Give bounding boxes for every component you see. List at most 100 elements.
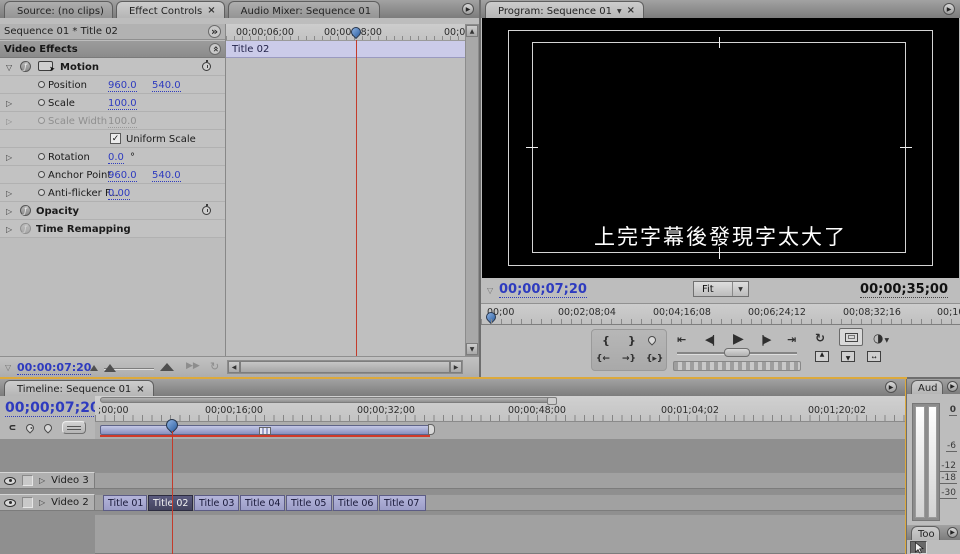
step-back-icon[interactable]: ◀|: [705, 333, 713, 346]
go-to-in-point-button[interactable]: {←: [596, 354, 610, 364]
toggle-effect-icon[interactable]: ƒ: [20, 61, 31, 72]
scroll-down-icon[interactable]: ▼: [466, 343, 478, 355]
tab-effect-controls[interactable]: Effect Controls: [116, 1, 225, 18]
property-row-position[interactable]: Position 960.0 540.0: [0, 76, 225, 94]
keyframe-dot-icon[interactable]: [38, 171, 45, 178]
effect-row-motion[interactable]: ƒ Motion: [0, 58, 225, 76]
track-content-video2[interactable]: Title 01 Title 02 Title 03 Title 04 Titl…: [95, 494, 905, 511]
tab-timeline[interactable]: Timeline: Sequence 01: [4, 380, 154, 396]
play-in-to-out-icon[interactable]: ▶▶: [186, 362, 200, 371]
toggle-animation-stopwatch-icon[interactable]: [202, 206, 211, 215]
set-unnumbered-marker-icon[interactable]: [42, 422, 53, 433]
set-in-point-button[interactable]: {: [602, 334, 610, 347]
timeline-clip[interactable]: Title 03: [194, 495, 239, 511]
program-time-ruler[interactable]: 00;00 00;02;08;04 00;04;16;08 00;06;24;1…: [481, 303, 960, 325]
jog-disk[interactable]: [673, 361, 801, 371]
keyframe-dot-icon[interactable]: [38, 99, 45, 106]
position-x-value[interactable]: 960.0: [108, 80, 137, 92]
expand-triangle-icon[interactable]: [6, 153, 12, 163]
track-lock-toggle[interactable]: [22, 497, 33, 508]
play-button[interactable]: ▶: [733, 331, 744, 347]
trim-button[interactable]: ↔: [867, 351, 881, 362]
timeline-viewport-scrollbar[interactable]: [100, 397, 557, 403]
panel-menu-icon[interactable]: [462, 3, 474, 15]
property-row-scale[interactable]: Scale 100.0: [0, 94, 225, 112]
go-to-previous-edit-button[interactable]: ⇤: [677, 333, 686, 346]
property-row-scale-width[interactable]: Scale Width 100.0: [0, 112, 225, 130]
tab-audio-mixer[interactable]: Audio Mixer: Sequence 01: [228, 1, 380, 18]
expand-triangle-icon[interactable]: [6, 99, 12, 109]
timeline-clip[interactable]: Title 05: [286, 495, 332, 511]
expand-triangle-icon[interactable]: [6, 225, 12, 235]
zoom-out-icon[interactable]: [90, 365, 98, 371]
panel-menu-icon[interactable]: [885, 381, 897, 393]
toggle-track-output-eye-icon[interactable]: [4, 499, 16, 507]
scroll-up-icon[interactable]: ▲: [466, 25, 478, 37]
timeline-clip[interactable]: Title 01: [103, 495, 147, 511]
panel-menu-icon[interactable]: [947, 527, 958, 538]
panel-menu-icon[interactable]: [947, 381, 958, 392]
close-icon[interactable]: [136, 385, 144, 395]
program-video-area[interactable]: 上完字幕後發現字太大了: [482, 18, 959, 278]
keyframe-dot-icon[interactable]: [38, 153, 45, 160]
position-y-value[interactable]: 540.0: [152, 80, 181, 92]
tab-tools[interactable]: Too: [911, 526, 940, 540]
collapse-triangle-icon[interactable]: [6, 63, 12, 73]
timeline-clip-selected[interactable]: Title 02: [148, 495, 193, 511]
step-forward-icon[interactable]: |▶: [761, 333, 769, 346]
output-button[interactable]: ◑: [873, 331, 889, 345]
mini-timeline-clip[interactable]: Title 02: [226, 41, 465, 58]
property-row-anchor-point[interactable]: Anchor Point 960.0 540.0: [0, 166, 225, 184]
go-to-next-edit-button[interactable]: ⇥: [787, 333, 796, 346]
vertical-scrollbar[interactable]: ▲ ▼: [465, 24, 479, 356]
anchor-y-value[interactable]: 540.0: [152, 170, 181, 182]
keyframe-dot-icon[interactable]: [38, 189, 45, 196]
program-current-timecode[interactable]: 00;00;07;20: [499, 282, 587, 298]
property-row-rotation[interactable]: Rotation 0.0 °: [0, 148, 225, 166]
track-header-video3[interactable]: Video 3: [0, 472, 95, 489]
play-in-to-out-button[interactable]: {▸}: [646, 354, 663, 364]
uniform-scale-checkbox[interactable]: [110, 133, 121, 144]
zoom-in-icon[interactable]: [160, 363, 174, 371]
panel-menu-icon[interactable]: [943, 3, 955, 15]
disclosure-triangle-icon[interactable]: [487, 286, 493, 296]
extract-button[interactable]: ▼: [841, 351, 855, 362]
effect-row-time-remapping[interactable]: ƒ Time Remapping: [0, 220, 225, 238]
close-icon[interactable]: [627, 6, 635, 16]
property-row-anti-flicker[interactable]: Anti-flicker F... 0.00: [0, 184, 225, 202]
set-out-point-button[interactable]: }: [628, 334, 636, 347]
toggle-effect-icon[interactable]: ƒ: [20, 205, 31, 216]
set-encore-chapter-marker-icon[interactable]: [24, 422, 35, 433]
timeline-time-ruler[interactable]: ;00;00 00;00;16;00 00;00;32;00 00;00;48;…: [95, 396, 905, 422]
lift-button[interactable]: ▲: [815, 351, 829, 362]
loop-icon[interactable]: ↻: [210, 361, 219, 372]
set-marker-icon[interactable]: [646, 334, 657, 345]
shuttle-slider[interactable]: [724, 348, 750, 357]
rotation-value[interactable]: 0.0: [108, 152, 124, 164]
timeline-current-timecode[interactable]: 00;00;07;20: [5, 400, 100, 417]
timeline-clip[interactable]: Title 06: [333, 495, 378, 511]
anchor-x-value[interactable]: 960.0: [108, 170, 137, 182]
work-area-handle[interactable]: [259, 427, 271, 435]
loop-button[interactable]: ↻: [815, 331, 825, 345]
track-content-video1[interactable]: [95, 514, 905, 554]
zoom-level-dropdown[interactable]: Fit: [693, 281, 749, 297]
tab-audio-master-meters[interactable]: Aud: [911, 380, 943, 394]
zoom-slider-thumb[interactable]: [104, 364, 116, 372]
selection-tool-button[interactable]: [910, 541, 927, 554]
expand-triangle-icon[interactable]: [6, 189, 12, 199]
toggle-animation-stopwatch-icon[interactable]: [202, 62, 211, 71]
scroll-right-icon[interactable]: ▶: [450, 361, 462, 373]
show-hide-timeline-view-button[interactable]: [208, 25, 221, 38]
track-lock-toggle[interactable]: [22, 475, 33, 486]
effect-row-opacity[interactable]: ƒ Opacity: [0, 202, 225, 220]
close-icon[interactable]: [207, 6, 215, 16]
tab-source[interactable]: Source: (no clips): [4, 1, 113, 18]
collapse-section-button[interactable]: [209, 43, 221, 55]
timeline-clip[interactable]: Title 04: [240, 495, 285, 511]
scale-value[interactable]: 100.0: [108, 98, 137, 110]
scrollbar-thumb[interactable]: [240, 361, 450, 373]
video-effects-section-header[interactable]: Video Effects: [0, 41, 225, 58]
timeline-options-button[interactable]: [62, 421, 86, 434]
anti-flicker-value[interactable]: 0.00: [108, 188, 130, 200]
